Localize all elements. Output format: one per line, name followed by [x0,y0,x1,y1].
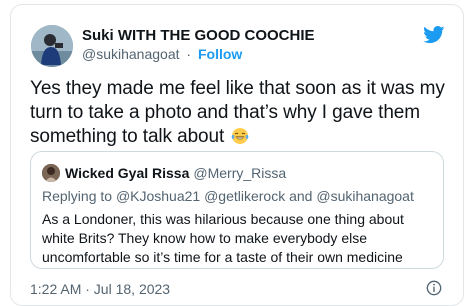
tweet-text: Yes they made me feel like that soon as … [30,77,450,149]
quoted-display-name: Wicked Gyal Rissa [65,165,190,181]
quoted-reply-to: @KJoshua21 @getlikerock and @sukihanagoa… [115,188,414,204]
author-display-name[interactable]: Suki WITH THE GOOD COOCHIE [82,27,315,44]
quoted-reply-prefix: Replying to [42,188,113,204]
follow-button[interactable]: Follow [198,46,242,62]
quoted-text: As a Londoner, this was hilarious becaus… [42,211,404,265]
tweet-timestamp[interactable]: 1:22 AM · Jul 18, 2023 [30,281,170,297]
separator-dot: · [186,46,192,62]
quoted-tweet[interactable]: Wicked Gyal Rissa @Merry_Rissa Replying t… [30,151,444,269]
face-with-tears-of-joy-icon [232,128,249,144]
info-icon[interactable] [426,280,442,296]
author-avatar[interactable] [31,25,73,67]
twitter-bird-icon[interactable] [423,26,445,44]
quoted-author-avatar [42,164,60,182]
author-handle[interactable]: @sukihanagoat [82,46,180,62]
quoted-handle: @Merry_Rissa [193,165,287,181]
author-handle-row: @sukihanagoat · Follow [82,46,242,62]
quoted-author-line: Wicked Gyal Rissa @Merry_Rissa [65,165,286,181]
quoted-reply-line: Replying to @KJoshua21 @getlikerock and … [42,188,414,204]
